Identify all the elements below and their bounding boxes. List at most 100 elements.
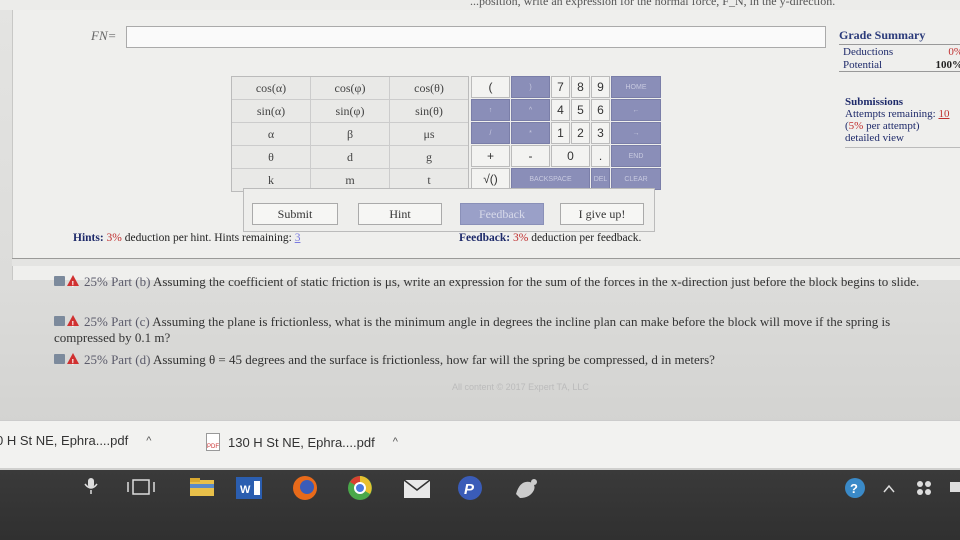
task-view-icon[interactable]	[127, 479, 155, 495]
chrome-icon[interactable]	[348, 476, 372, 500]
part-c-text: Assuming the plane is frictionless, what…	[54, 314, 891, 345]
section-divider	[12, 258, 960, 266]
hints-text: deduction per hint. Hints remaining:	[121, 232, 295, 244]
key-sin-phi[interactable]: sin(φ)	[311, 100, 389, 122]
word-icon[interactable]: W	[236, 477, 262, 499]
attempts-label: Attempts remaining:	[845, 108, 936, 120]
key-end[interactable]: END	[611, 145, 661, 167]
numeric-keypad: ( ) 7 8 9 HOME ↑ ^ 4 5 6 ← / * 1 2 3 → +…	[471, 76, 661, 190]
attempts-value: 10	[938, 108, 950, 120]
part-d[interactable]: 25% Part (d) Assuming θ = 45 degrees and…	[54, 352, 954, 371]
key-close-paren[interactable]: )	[511, 76, 550, 98]
part-c-icons	[54, 315, 84, 333]
key-sqrt[interactable]: √()	[471, 168, 510, 190]
notification-icon[interactable]	[950, 482, 960, 492]
key-5[interactable]: 5	[571, 99, 590, 121]
microphone-icon[interactable]	[84, 478, 98, 494]
grade-summary-title: Grade Summary	[839, 28, 960, 45]
part-d-warning-icon	[67, 353, 79, 371]
tray-app-icon[interactable]	[917, 481, 931, 495]
per-attempt-pct: 5%	[848, 120, 864, 132]
key-minus[interactable]: -	[511, 145, 550, 167]
key-8[interactable]: 8	[571, 76, 590, 98]
download-item-1[interactable]: 0 H St NE, Ephra....pdf ^	[0, 433, 151, 448]
key-sin-alpha[interactable]: sin(α)	[232, 100, 310, 122]
svg-text:?: ?	[850, 481, 858, 496]
key-clear[interactable]: CLEAR	[611, 168, 661, 190]
potential-label: Potential	[843, 59, 883, 71]
key-up-arrow[interactable]: ↑	[471, 99, 510, 121]
feedback-text: deduction per feedback.	[528, 232, 642, 244]
show-hidden-icons-chevron-up-icon[interactable]	[883, 484, 895, 493]
chevron-up-icon[interactable]: ^	[146, 435, 151, 447]
windows-taskbar: W P ?	[0, 470, 960, 540]
part-b[interactable]: 25% Part (b) Assuming the coefficient of…	[54, 274, 954, 293]
key-2[interactable]: 2	[571, 122, 590, 144]
submit-button[interactable]: Submit	[252, 203, 338, 225]
hints-remaining: 3	[294, 232, 301, 244]
key-1[interactable]: 1	[551, 122, 570, 144]
key-open-paren[interactable]: (	[471, 76, 510, 98]
part-c[interactable]: 25% Part (c) Assuming the plane is frict…	[54, 314, 954, 346]
part-b-text: Assuming the coefficient of static frict…	[150, 274, 920, 289]
key-theta[interactable]: θ	[232, 146, 310, 168]
file-explorer-icon[interactable]	[190, 478, 214, 496]
attempts-remaining: Attempts remaining: 10	[845, 108, 960, 120]
hint-button[interactable]: Hint	[358, 203, 442, 225]
key-g[interactable]: g	[390, 146, 468, 168]
key-left-arrow[interactable]: ←	[611, 99, 661, 121]
hints-label: Hints:	[73, 232, 104, 244]
key-backspace[interactable]: BACKSPACE	[511, 168, 590, 190]
download-item-2[interactable]: PDF 130 H St NE, Ephra....pdf ^	[206, 433, 398, 451]
key-cos-theta[interactable]: cos(θ)	[390, 77, 468, 99]
feedback-pct: 3%	[512, 232, 529, 244]
key-multiply[interactable]: *	[511, 122, 550, 144]
help-icon[interactable]: ?	[845, 478, 865, 498]
part-b-warning-icon	[67, 275, 79, 293]
submissions-title: Submissions	[845, 96, 904, 108]
key-3[interactable]: 3	[591, 122, 610, 144]
download-2-name: 130 H St NE, Ephra....pdf	[228, 434, 375, 450]
game-controller-icon[interactable]	[516, 479, 537, 498]
pandora-icon[interactable]: P	[458, 476, 482, 500]
key-right-arrow[interactable]: →	[611, 122, 661, 144]
key-d[interactable]: d	[311, 146, 389, 168]
key-0[interactable]: 0	[551, 145, 590, 167]
firefox-icon[interactable]	[293, 476, 317, 500]
answer-input[interactable]	[126, 26, 826, 48]
part-d-label: 25% Part (d)	[84, 352, 151, 367]
feedback-button[interactable]: Feedback	[460, 203, 544, 225]
key-9[interactable]: 9	[591, 76, 610, 98]
give-up-button[interactable]: I give up!	[560, 203, 644, 225]
chevron-up-icon[interactable]: ^	[393, 436, 398, 448]
part-d-icons	[54, 353, 84, 371]
downloads-bar: 0 H St NE, Ephra....pdf ^ PDF 130 H St N…	[0, 420, 960, 468]
key-sin-theta[interactable]: sin(θ)	[390, 100, 468, 122]
mail-icon[interactable]	[403, 479, 431, 498]
key-plus[interactable]: +	[471, 145, 510, 167]
key-home[interactable]: HOME	[611, 76, 661, 98]
key-dot[interactable]: .	[591, 145, 610, 167]
potential-row: Potential 100%	[839, 58, 960, 72]
key-mu-s[interactable]: μs	[390, 123, 468, 145]
key-divide[interactable]: /	[471, 122, 510, 144]
key-alpha[interactable]: α	[232, 123, 310, 145]
key-del[interactable]: DEL	[591, 168, 610, 190]
per-attempt-note: (5% per attempt)	[845, 120, 960, 132]
part-d-status-icon	[54, 354, 65, 364]
hints-note: Hints: 3% deduction per hint. Hints rema…	[73, 232, 300, 244]
key-beta[interactable]: β	[311, 123, 389, 145]
key-caret[interactable]: ^	[511, 99, 550, 121]
deductions-row: Deductions 0%	[839, 45, 960, 58]
key-4[interactable]: 4	[551, 99, 570, 121]
key-cos-phi[interactable]: cos(φ)	[311, 77, 389, 99]
key-cos-alpha[interactable]: cos(α)	[232, 77, 310, 99]
key-6[interactable]: 6	[591, 99, 610, 121]
detailed-view-link[interactable]: detailed view	[845, 132, 960, 148]
hints-pct: 3%	[106, 232, 122, 244]
monitor-screen: ...position, write an expression for the…	[0, 0, 960, 470]
previous-part-text: ...position, write an expression for the…	[0, 0, 960, 10]
part-b-status-icon	[54, 276, 65, 286]
key-7[interactable]: 7	[551, 76, 570, 98]
part-c-label: 25% Part (c)	[84, 314, 150, 329]
